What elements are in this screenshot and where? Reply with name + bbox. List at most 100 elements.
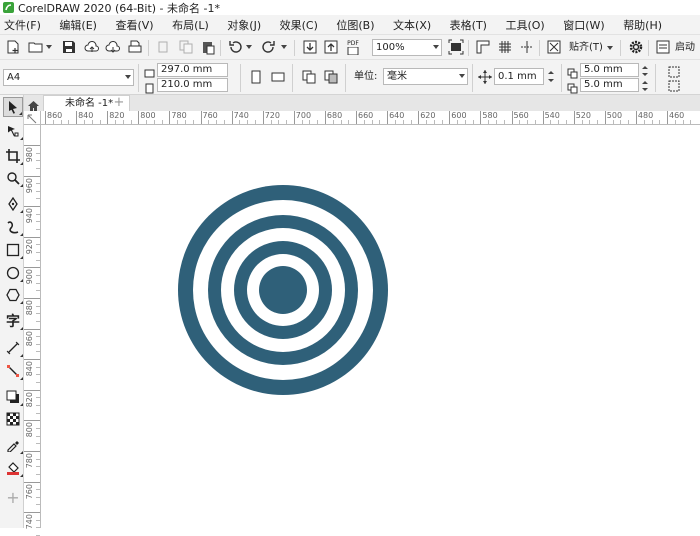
document-tab-bar: 未命名 -1* + bbox=[24, 95, 700, 111]
ellipse-tool-icon[interactable] bbox=[3, 263, 23, 283]
paste-icon[interactable] bbox=[199, 38, 217, 56]
nudge-distance-icon bbox=[476, 68, 494, 86]
publish-pdf-icon[interactable]: PDF bbox=[344, 38, 362, 56]
undo-dropdown-icon[interactable] bbox=[246, 45, 252, 49]
export-icon[interactable] bbox=[322, 38, 340, 56]
page-frame-icon[interactable] bbox=[665, 77, 683, 95]
add-tool-icon[interactable]: + bbox=[3, 487, 23, 507]
coreldraw-logo-icon bbox=[3, 2, 14, 13]
menu-item[interactable]: 编辑(E) bbox=[59, 17, 97, 33]
full-screen-preview-icon[interactable] bbox=[447, 38, 465, 56]
concentric-rings-artwork[interactable] bbox=[42, 126, 700, 528]
ring-shape[interactable] bbox=[259, 266, 307, 314]
save-icon[interactable] bbox=[60, 38, 78, 56]
landscape-icon[interactable] bbox=[269, 68, 287, 86]
connector-tool-icon[interactable] bbox=[3, 361, 23, 381]
menu-item[interactable]: 对象(J) bbox=[227, 17, 261, 33]
menu-item[interactable]: 窗口(W) bbox=[563, 17, 604, 33]
duplicate-x-field[interactable]: 5.0 mm bbox=[580, 63, 639, 77]
duplicate-y-spinner[interactable] bbox=[641, 78, 649, 92]
show-guidelines-icon[interactable] bbox=[518, 38, 536, 56]
page-height-field[interactable]: 210.0 mm bbox=[157, 78, 228, 92]
ruler-tick bbox=[138, 111, 140, 124]
open-folder-icon[interactable] bbox=[27, 38, 45, 56]
ruler-minor-tick bbox=[286, 120, 288, 124]
menu-item[interactable]: 查看(V) bbox=[115, 17, 153, 33]
interactive-fill-tool-icon[interactable] bbox=[3, 458, 23, 478]
text-tool-icon[interactable]: 字 bbox=[3, 311, 23, 331]
copy-icon[interactable] bbox=[177, 38, 195, 56]
show-grid-icon[interactable] bbox=[496, 38, 514, 56]
ruler-minor-tick bbox=[68, 120, 70, 124]
ruler-minor-tick bbox=[503, 120, 505, 124]
all-pages-icon[interactable] bbox=[300, 68, 318, 86]
toolbar-separator bbox=[138, 64, 139, 92]
snap-off-icon[interactable] bbox=[545, 38, 563, 56]
toolbar-separator bbox=[472, 64, 473, 92]
artistic-media-tool-icon[interactable] bbox=[3, 217, 23, 237]
menu-item[interactable]: 文件(F) bbox=[4, 17, 41, 33]
menu-item[interactable]: 表格(T) bbox=[450, 17, 487, 33]
transparency-tool-icon[interactable] bbox=[3, 409, 23, 429]
cloud-upload-icon[interactable] bbox=[83, 38, 101, 56]
dimension-tool-icon[interactable] bbox=[3, 338, 23, 358]
current-page-icon[interactable] bbox=[322, 68, 340, 86]
ruler-minor-tick bbox=[348, 120, 350, 124]
nudge-spinner[interactable] bbox=[546, 68, 556, 85]
snap-to-menu[interactable]: 贴齐(T) bbox=[569, 40, 615, 56]
launch-button[interactable]: 启动 bbox=[675, 40, 695, 56]
ruler-tick bbox=[231, 111, 233, 124]
ruler-label: 800 bbox=[25, 422, 34, 438]
show-rulers-icon[interactable] bbox=[474, 38, 492, 56]
new-document-icon[interactable] bbox=[4, 38, 22, 56]
ruler-minor-tick bbox=[36, 343, 40, 345]
cloud-download-icon[interactable] bbox=[104, 38, 122, 56]
page-size-select[interactable]: A4 bbox=[3, 69, 134, 86]
polygon-tool-icon[interactable] bbox=[3, 285, 23, 305]
ruler-minor-tick bbox=[36, 435, 40, 437]
vertical-ruler[interactable]: 980 960 940 920 900 880 860 840 820 800 780 760 740 bbox=[24, 125, 41, 536]
drop-shadow-tool-icon[interactable] bbox=[3, 387, 23, 407]
rectangle-tool-icon[interactable] bbox=[3, 240, 23, 260]
print-icon[interactable] bbox=[126, 38, 144, 56]
page-width-field[interactable]: 297.0 mm bbox=[157, 63, 228, 77]
launch-icon[interactable] bbox=[654, 38, 672, 56]
ruler-minor-tick bbox=[36, 504, 40, 506]
ruler-minor-tick bbox=[317, 120, 319, 124]
ruler-tick bbox=[76, 111, 78, 124]
eyedropper-tool-icon[interactable] bbox=[3, 435, 23, 455]
undo-icon[interactable] bbox=[226, 38, 244, 56]
crop-tool-icon[interactable] bbox=[3, 146, 23, 166]
menu-item[interactable]: 效果(C) bbox=[280, 17, 318, 33]
add-document-icon[interactable]: + bbox=[112, 96, 126, 110]
zoom-level-select[interactable]: 100% bbox=[372, 39, 442, 56]
shape-tool-icon[interactable] bbox=[3, 121, 23, 141]
units-select[interactable]: 毫米 bbox=[383, 68, 468, 85]
horizontal-ruler[interactable]: 860 840 820 800 780 760 740 720 700 680 660 640 620 6… bbox=[41, 111, 700, 125]
pen-tool-icon[interactable] bbox=[3, 194, 23, 214]
drawing-canvas[interactable] bbox=[42, 126, 700, 528]
nudge-distance-field[interactable]: 0.1 mm bbox=[494, 68, 544, 85]
menu-item[interactable]: 文本(X) bbox=[393, 17, 431, 33]
menu-item[interactable]: 布局(L) bbox=[172, 17, 209, 33]
portrait-icon[interactable] bbox=[247, 68, 265, 86]
cut-icon[interactable] bbox=[155, 38, 173, 56]
zoom-tool-icon[interactable] bbox=[3, 168, 23, 188]
menu-item[interactable]: 位图(B) bbox=[336, 17, 374, 33]
import-icon[interactable] bbox=[301, 38, 319, 56]
duplicate-x-spinner[interactable] bbox=[641, 63, 649, 77]
pick-tool-icon[interactable] bbox=[3, 97, 23, 117]
redo-dropdown-icon[interactable] bbox=[281, 45, 287, 49]
redo-icon[interactable] bbox=[260, 38, 278, 56]
duplicate-y-field[interactable]: 5.0 mm bbox=[580, 78, 639, 92]
ruler-tick bbox=[324, 111, 326, 124]
ruler-origin[interactable] bbox=[24, 111, 41, 125]
menu-item[interactable]: 工具(O) bbox=[505, 17, 544, 33]
ruler-minor-tick bbox=[36, 473, 40, 475]
options-gear-icon[interactable] bbox=[627, 38, 645, 56]
ruler-label: 940 bbox=[25, 208, 34, 224]
ruler-label: 620 bbox=[420, 111, 436, 120]
open-dropdown-icon[interactable] bbox=[46, 45, 52, 49]
menu-item[interactable]: 帮助(H) bbox=[623, 17, 662, 33]
welcome-home-icon[interactable] bbox=[27, 97, 40, 111]
